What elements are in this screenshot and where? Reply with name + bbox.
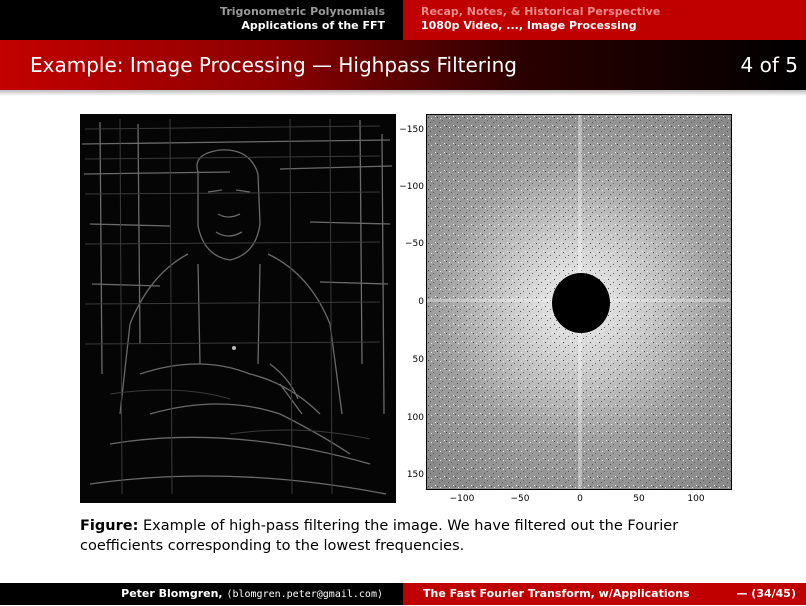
y-tick-label: −150: [399, 125, 424, 135]
footer-email: ⟨blomgren.peter@gmail.com⟩: [226, 589, 383, 600]
nav-left-section: Trigonometric Polynomials Applications o…: [0, 0, 403, 40]
slide-title-bar: Example: Image Processing — Highpass Fil…: [0, 40, 806, 90]
footer-course-title: The Fast Fourier Transform, w/Applicatio…: [423, 587, 690, 600]
x-tick-label: −50: [510, 494, 530, 504]
title-shadow: [0, 90, 806, 96]
footer-page-number: — (34/45): [736, 587, 796, 600]
spectrum-graphic: [427, 115, 731, 489]
y-tick-label: 0: [418, 297, 424, 307]
caption-label: Figure:: [80, 518, 139, 534]
nav-section-fft-applications[interactable]: Applications of the FFT: [0, 19, 385, 33]
nav-subsection-recap[interactable]: Recap, Notes, & Historical Perspective: [421, 5, 806, 19]
y-tick-label: 50: [412, 355, 424, 365]
y-tick-label: −100: [399, 182, 424, 192]
y-tick-label: 100: [406, 413, 424, 423]
footer-course-section: The Fast Fourier Transform, w/Applicatio…: [403, 583, 806, 605]
footer-author-section: Peter Blomgren, ⟨blomgren.peter@gmail.co…: [0, 583, 403, 605]
footer-author: Peter Blomgren,: [121, 587, 223, 600]
x-tick-label: −100: [449, 494, 475, 504]
slide-footer: Peter Blomgren, ⟨blomgren.peter@gmail.co…: [0, 583, 806, 605]
slide-title: Example: Image Processing — Highpass Fil…: [30, 53, 517, 77]
nav-section-trig-polynomials[interactable]: Trigonometric Polynomials: [0, 5, 385, 19]
filtered-image: [80, 114, 396, 503]
slide-counter: 4 of 5: [740, 53, 798, 77]
y-tick-label: −50: [405, 239, 424, 249]
x-tick-label: 50: [633, 494, 645, 504]
top-navigation: Trigonometric Polynomials Applications o…: [0, 0, 806, 40]
edge-image-graphic: [80, 114, 396, 503]
caption-text: Example of high-pass filtering the image…: [80, 518, 679, 554]
x-tick-label: 0: [577, 494, 583, 504]
y-tick-label: 150: [406, 470, 424, 480]
nav-subsection-image-processing[interactable]: 1080p Video, ..., Image Processing: [421, 19, 806, 33]
x-tick-label: 100: [687, 494, 705, 504]
figure-caption: Figure: Example of high-pass filtering t…: [80, 516, 740, 556]
fourier-spectrum-plot: [426, 114, 732, 490]
nav-right-section: Recap, Notes, & Historical Perspective 1…: [403, 0, 806, 40]
